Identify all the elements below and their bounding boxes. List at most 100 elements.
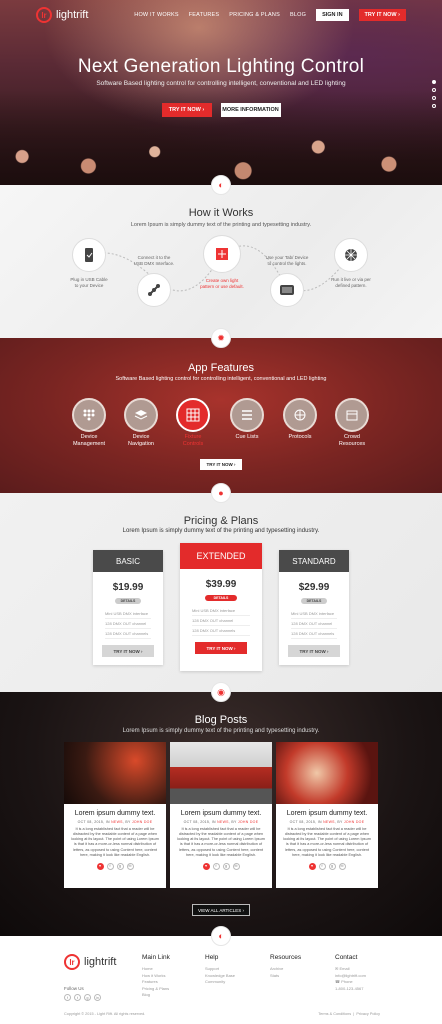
footer-contact: ✉ Email (335, 966, 350, 971)
footer-link[interactable]: Archive (270, 966, 301, 973)
plan-card-basic: BASIC $19.99 DETAILS Mini USB DMX interf… (93, 550, 163, 665)
heart-icon[interactable]: ♥ (308, 862, 316, 870)
how-step-4-label: Use your Tab/ Device to control the ligh… (265, 255, 309, 266)
features-try-button[interactable]: TRY IT NOW › (200, 459, 242, 470)
feature-device-navigation[interactable] (124, 398, 158, 432)
gplus-icon[interactable]: g (222, 862, 230, 870)
comment-icon[interactable]: ✉ (232, 862, 240, 870)
footer-link[interactable]: Knowledge Base (205, 973, 235, 980)
feature-cue-lists[interactable] (230, 398, 264, 432)
gplus-icon[interactable]: g (116, 862, 124, 870)
blog-card: Lorem ipsum dummy text. OCT 08, 2015, IN… (276, 742, 378, 888)
blog-card: Lorem ipsum dummy text. OCT 08, 2015, IN… (170, 742, 272, 888)
feature-device-management[interactable] (72, 398, 106, 432)
how-step-1 (72, 238, 106, 272)
slide-dot[interactable] (432, 80, 436, 84)
feature-label: Crowd Resources (338, 434, 366, 448)
blog-excerpt: It is a long established fact that a rea… (283, 827, 371, 857)
footer-link[interactable]: Support (205, 966, 235, 973)
plan-name: BASIC (93, 550, 163, 572)
nav-pricing[interactable]: PRICING & PLANS (229, 12, 280, 18)
more-info-button[interactable]: MORE INFORMATION (220, 103, 281, 117)
footer-email[interactable]: info@lightrift.com (335, 973, 366, 980)
blog-image[interactable] (64, 742, 166, 804)
sign-in-button[interactable]: SIGN IN (316, 9, 349, 21)
grid-icon (186, 408, 200, 422)
footer-link[interactable]: Features (142, 979, 170, 986)
blog-image[interactable] (276, 742, 378, 804)
nav-how-it-works[interactable]: HOW IT WORKS (134, 12, 178, 18)
features-subtitle: Software Based lighting control for cont… (115, 376, 327, 382)
twitter-icon[interactable]: t (74, 994, 81, 1001)
plan-feature: 128 DMX OUT channel (192, 616, 250, 626)
heart-icon[interactable]: ♥ (202, 862, 210, 870)
slide-dot[interactable] (432, 96, 436, 100)
feature-fixture-controls[interactable] (176, 398, 210, 432)
gplus-icon[interactable]: g (328, 862, 336, 870)
plan-try-button[interactable]: TRY IT NOW › (195, 642, 247, 654)
facebook-icon[interactable]: f (106, 862, 114, 870)
plan-price: $29.99 (298, 582, 330, 593)
footer-link[interactable]: Stats (270, 973, 301, 980)
plan-try-button[interactable]: TRY IT NOW › (288, 645, 340, 657)
gplus-icon[interactable]: g (84, 994, 91, 1001)
feature-protocols[interactable] (283, 398, 317, 432)
footer-col-title: Resources (270, 954, 302, 961)
footer-link[interactable]: Home (142, 966, 170, 973)
plan-name: STANDARD (279, 550, 349, 572)
footer-link[interactable]: Pricing & Plans (142, 986, 170, 993)
plan-details-button[interactable]: DETAILS (301, 598, 327, 604)
plan-feature: Mini USB DMX interface (291, 609, 337, 619)
footer-phone[interactable]: 1-800-123-4567 (335, 986, 366, 993)
pricing-title: Pricing & Plans (183, 515, 259, 527)
facebook-icon[interactable]: f (318, 862, 326, 870)
feature-label: Protocols (288, 434, 312, 440)
how-step-2 (137, 273, 171, 307)
footer-col-help: Help Support Knowledge Base Community (205, 954, 235, 986)
comment-icon[interactable]: ✉ (126, 862, 134, 870)
nav-features[interactable]: FEATURES (189, 12, 220, 18)
brand-logo[interactable]: lr lightrift (36, 7, 88, 23)
plan-name: EXTENDED (180, 543, 262, 569)
plan-card-extended: EXTENDED $39.99 DETAILS Mini USB DMX int… (180, 543, 262, 671)
slide-dot[interactable] (432, 104, 436, 108)
plan-feature: 128 DMX OUT channel (291, 619, 337, 629)
plan-details-button[interactable]: DETAILS (115, 598, 141, 604)
slide-dot[interactable] (432, 88, 436, 92)
nav-try-it-button[interactable]: TRY IT NOW › (358, 9, 406, 21)
comment-icon[interactable]: ✉ (338, 862, 346, 870)
nav-blog[interactable]: BLOG (290, 12, 306, 18)
plan-try-button[interactable]: TRY IT NOW › (102, 645, 154, 657)
footer-logo[interactable]: lr lightrift (64, 954, 116, 970)
section-logo-icon: ◐ (211, 175, 231, 195)
protocol-icon (294, 409, 306, 421)
blog-card: Lorem ipsum dummy text. OCT 08, 2015, IN… (64, 742, 166, 888)
footer-link[interactable]: Community (205, 979, 235, 986)
how-step-2-label: Connect it to the USB DMX Interface. (133, 255, 175, 266)
heart-icon[interactable]: ♥ (96, 862, 104, 870)
blog-post-title[interactable]: Lorem ipsum dummy text. (276, 810, 378, 817)
how-step-1-label: Plug in USB Cable to your Device (70, 277, 108, 288)
facebook-icon[interactable]: f (64, 994, 71, 1001)
linkedin-icon[interactable]: in (94, 994, 101, 1001)
slider-dots (432, 80, 436, 108)
blog-post-title[interactable]: Lorem ipsum dummy text. (64, 810, 166, 817)
footer-col-resources: Resources Archive Stats (270, 954, 301, 979)
hero-try-button[interactable]: TRY IT NOW › (161, 103, 212, 117)
plan-price: $39.99 (205, 579, 237, 590)
feature-crowd-resources[interactable] (335, 398, 369, 432)
blog-image[interactable] (170, 742, 272, 804)
blog-post-title[interactable]: Lorem ipsum dummy text. (170, 810, 272, 817)
footer-col-main: Main Link Home How it Works Features Pri… (142, 954, 170, 999)
view-all-articles-button[interactable]: VIEW ALL ARTICLES › (192, 904, 250, 916)
footer-link[interactable]: Blog (142, 992, 170, 999)
plan-feature: 128 DMX OUT channels (291, 629, 337, 639)
footer-link[interactable]: How it Works (142, 973, 170, 980)
app-features-section: App Features Software Based lighting con… (0, 338, 442, 493)
plan-details-button[interactable]: DETAILS (205, 595, 237, 601)
terms-link[interactable]: Terms & Conditions (318, 1012, 351, 1016)
plan-feature: Mini USB DMX interface (105, 609, 151, 619)
footer-col-contact: Contact ✉ Email info@lightrift.com ☎ Pho… (335, 954, 366, 992)
privacy-link[interactable]: Privacy Policy (356, 1012, 380, 1016)
facebook-icon[interactable]: f (212, 862, 220, 870)
